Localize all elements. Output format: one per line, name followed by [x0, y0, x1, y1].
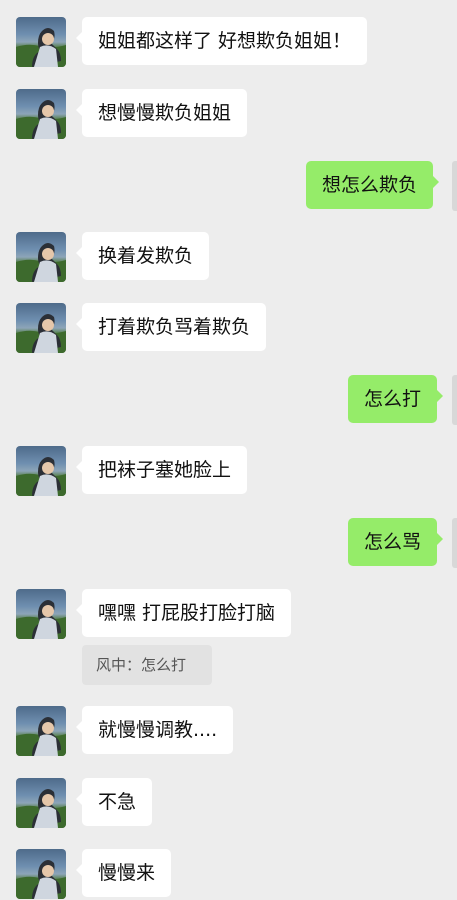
message-bubble[interactable]: 就慢慢调教....	[75, 706, 234, 754]
contact-avatar-icon[interactable]	[16, 232, 66, 282]
message-bubble[interactable]: 慢慢来	[75, 849, 172, 897]
contact-avatar-icon[interactable]	[16, 849, 66, 899]
self-avatar-icon[interactable]	[452, 161, 457, 211]
message-bubble[interactable]: 把袜子塞她脸上	[75, 446, 248, 494]
contact-avatar-icon[interactable]	[16, 778, 66, 828]
message-bubble[interactable]: 打着欺负骂着欺负	[75, 303, 267, 351]
message-bubble[interactable]: 想慢慢欺负姐姐	[75, 89, 248, 137]
contact-avatar-icon[interactable]	[16, 303, 66, 353]
quoted-reply[interactable]: 风中：怎么打	[82, 645, 212, 685]
contact-avatar-icon[interactable]	[16, 17, 66, 67]
message-bubble-self[interactable]: 怎么打	[348, 375, 444, 423]
message-bubble[interactable]: 不急	[75, 778, 153, 826]
self-avatar-icon[interactable]	[452, 375, 457, 425]
message-bubble-self[interactable]: 怎么骂	[348, 518, 444, 566]
self-avatar-icon[interactable]	[452, 518, 457, 568]
message-bubble-self[interactable]: 想怎么欺负	[306, 161, 440, 209]
message-bubble[interactable]: 姐姐都这样了 好想欺负姐姐！	[75, 17, 368, 65]
message-bubble[interactable]: 换着发欺负	[75, 232, 210, 280]
message-bubble[interactable]: 嘿嘿 打屁股打脸打脑	[75, 589, 292, 637]
contact-avatar-icon[interactable]	[16, 589, 66, 639]
contact-avatar-icon[interactable]	[16, 706, 66, 756]
contact-avatar-icon[interactable]	[16, 446, 66, 496]
contact-avatar-icon[interactable]	[16, 89, 66, 139]
